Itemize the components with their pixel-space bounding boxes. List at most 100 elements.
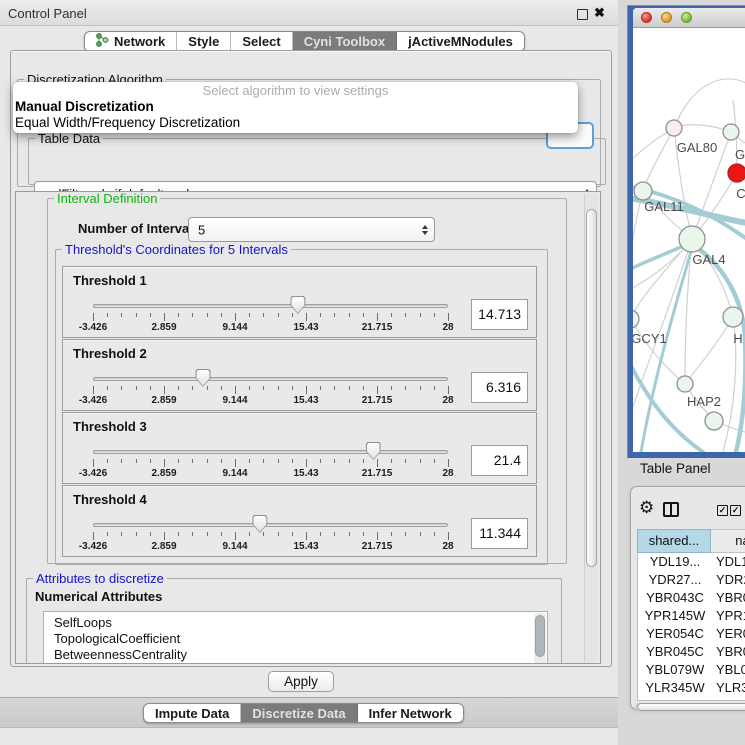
gear-icon[interactable]: ⚙ [639,500,654,517]
slider-track[interactable] [93,523,448,527]
tab-impute-data[interactable]: Impute Data [144,704,241,722]
list-scrollbar[interactable] [534,613,546,664]
tab-label: Network [114,34,165,49]
attribute-list-item[interactable]: TopologicalCoefficient [44,631,547,647]
tick-mark [178,459,179,463]
split-view-icon[interactable] [663,502,679,517]
threshold-value-field[interactable]: 21.4 [471,445,528,476]
tab-infer-network[interactable]: Infer Network [358,704,463,722]
attribute-list-item[interactable]: SelfLoops [44,615,547,631]
network-node[interactable] [677,376,693,392]
table-panel-title: Table Panel [640,461,711,476]
table-row[interactable]: YIL052CYIL0 [638,697,745,701]
slider-track[interactable] [93,450,448,454]
table-row[interactable]: YBR043CYBR0 [638,589,745,607]
tick-mark [363,459,364,463]
threshold-slider[interactable]: -3.4262.8599.14415.4321.71528 [93,486,448,558]
threshold-slider[interactable]: -3.4262.8599.14415.4321.71528 [93,267,448,339]
checkbox-checked-icon[interactable]: ✓ [717,505,728,516]
tab-cyni-toolbox[interactable]: Cyni Toolbox [293,32,397,51]
network-node[interactable] [679,226,705,252]
network-node[interactable] [723,307,743,327]
tick-mark [434,459,435,463]
threshold-value-field[interactable]: 14.713 [471,299,528,330]
table-row[interactable]: YBL079WYBL0 [638,661,745,679]
table-row[interactable]: YLR345WYLR3 [638,679,745,697]
tick-mark [278,459,279,463]
attribute-list-item[interactable]: BetweennessCentrality [44,647,547,663]
tab-label: Impute Data [155,706,229,721]
mac-zoom-icon[interactable] [681,12,692,23]
slider-thumb[interactable] [290,296,305,314]
column-header-shared[interactable]: shared... [637,529,711,553]
network-node[interactable] [723,124,739,140]
network-edge[interactable] [633,319,685,384]
slider-track[interactable] [93,304,448,308]
network-node[interactable] [728,164,745,182]
slider-thumb[interactable] [252,515,267,533]
tab-network[interactable]: Network [85,32,177,51]
tick-mark [448,532,449,540]
slider-thumb[interactable] [366,442,381,460]
tick-mark [334,313,335,317]
algorithm-option-equal-width-frequency-discretization[interactable]: Equal Width/Frequency Discretization [13,115,578,131]
node-table: shared...na YDL19...YDL1YDR27...YDR2YBR0… [637,529,745,701]
threshold-value-field[interactable]: 6.316 [471,372,528,403]
slider-track[interactable] [93,377,448,381]
checkbox-checked-icon[interactable]: ✓ [730,505,741,516]
table-row[interactable]: YDR27...YDR2 [638,571,745,589]
slider-thumb[interactable] [196,369,211,387]
tick-mark [334,532,335,536]
network-canvas[interactable]: GAL80GCGAL11GAL4GCY1HHAP2 [633,28,745,452]
list-scrollbar-thumb[interactable] [535,615,545,657]
table-hscrollbar[interactable] [635,703,745,711]
float-window-icon[interactable] [577,9,588,20]
mac-minimize-icon[interactable] [661,12,672,23]
column-header-na[interactable]: na [711,529,745,553]
network-node[interactable] [705,412,723,430]
table-cell: YPR1 [712,607,745,625]
table-row[interactable]: YBR045CYBR0 [638,643,745,661]
algorithm-option-manual-discretization[interactable]: Manual Discretization [13,99,578,115]
table-cell: YER0 [712,625,745,643]
network-node[interactable] [634,182,652,200]
control-panel-window: Control Panel ✖ NetworkStyleSelectCyni T… [0,0,618,745]
network-edge[interactable] [685,317,733,384]
network-node[interactable] [633,310,639,328]
interval-definition-group: Interval Definition Number of Intervals … [47,198,567,564]
table-row[interactable]: YER054CYER0 [638,625,745,643]
tick-label: 9.144 [222,395,247,406]
network-edge[interactable] [674,79,745,128]
tab-style[interactable]: Style [177,32,231,51]
network-window-titlebar[interactable] [633,8,745,28]
panel-scrollbar[interactable] [584,194,598,661]
numerical-attributes-list[interactable]: SelfLoopsTopologicalCoefficientBetweenne… [43,611,548,664]
tab-discretize-data[interactable]: Discretize Data [241,704,357,722]
table-row[interactable]: YDL19...YDL1 [638,553,745,571]
tick-mark [207,313,208,317]
tab-select[interactable]: Select [231,32,292,51]
threshold-slider[interactable]: -3.4262.8599.14415.4321.71528 [93,340,448,412]
table-row[interactable]: YPR145WYPR1 [638,607,745,625]
panel-scrollbar-thumb[interactable] [586,209,597,567]
tab-jactivemnodules[interactable]: jActiveMNodules [397,32,524,51]
tick-mark [349,313,350,317]
threshold-value-field[interactable]: 11.344 [471,518,528,549]
close-panel-icon[interactable]: ✖ [594,5,605,21]
network-graph[interactable] [633,28,745,452]
table-cell: YBR043C [638,589,712,607]
tick-mark [377,459,378,467]
tick-mark [178,386,179,390]
tick-mark [164,386,165,394]
bottom-tab-strip: Impute Data Discretize Data Infer Network [0,697,618,728]
apply-button[interactable]: Apply [268,671,334,692]
network-node-label: GAL4 [692,252,725,267]
tick-mark [292,532,293,536]
mac-close-icon[interactable] [641,12,652,23]
num-intervals-combo[interactable]: 5 [188,217,435,242]
threshold-slider[interactable]: -3.4262.8599.14415.4321.71528 [93,413,448,485]
tick-mark [306,313,307,321]
network-node[interactable] [666,120,682,136]
tab-label: Discretize Data [252,706,345,721]
table-hscrollbar-thumb[interactable] [637,703,745,711]
